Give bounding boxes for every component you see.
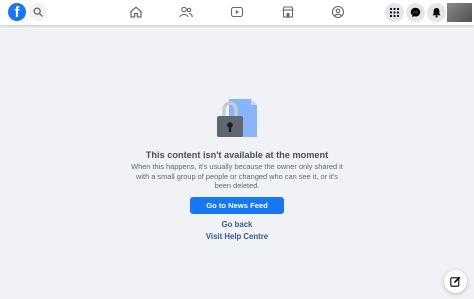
go-to-news-feed-button[interactable]: Go to News Feed [190, 197, 284, 214]
messenger-button[interactable] [406, 3, 425, 22]
compose-icon [450, 276, 461, 287]
new-message-button[interactable] [444, 270, 467, 293]
account-avatar[interactable] [447, 3, 472, 22]
go-back-link[interactable]: Go back [137, 220, 337, 229]
search-button[interactable] [29, 3, 47, 21]
facebook-logo[interactable]: f [8, 3, 26, 21]
home-icon[interactable] [129, 5, 143, 19]
notifications-button[interactable] [427, 3, 446, 22]
messenger-icon [410, 7, 421, 18]
friends-icon[interactable] [179, 5, 193, 19]
error-title: This content isn't available at the mome… [145, 150, 329, 160]
help-centre-link[interactable]: Visit Help Centre [137, 232, 337, 241]
notifications-bell-icon [432, 8, 441, 18]
top-navigation-bar: f [0, 0, 474, 25]
locked-content-icon [217, 99, 257, 137]
watch-icon[interactable] [230, 5, 244, 19]
menu-grid-icon [389, 7, 400, 18]
menu-button[interactable] [385, 3, 404, 22]
marketplace-icon[interactable] [281, 5, 295, 19]
groups-icon[interactable] [331, 5, 345, 19]
search-icon [33, 7, 43, 17]
error-description: When this happens, it's usually because … [131, 162, 343, 191]
